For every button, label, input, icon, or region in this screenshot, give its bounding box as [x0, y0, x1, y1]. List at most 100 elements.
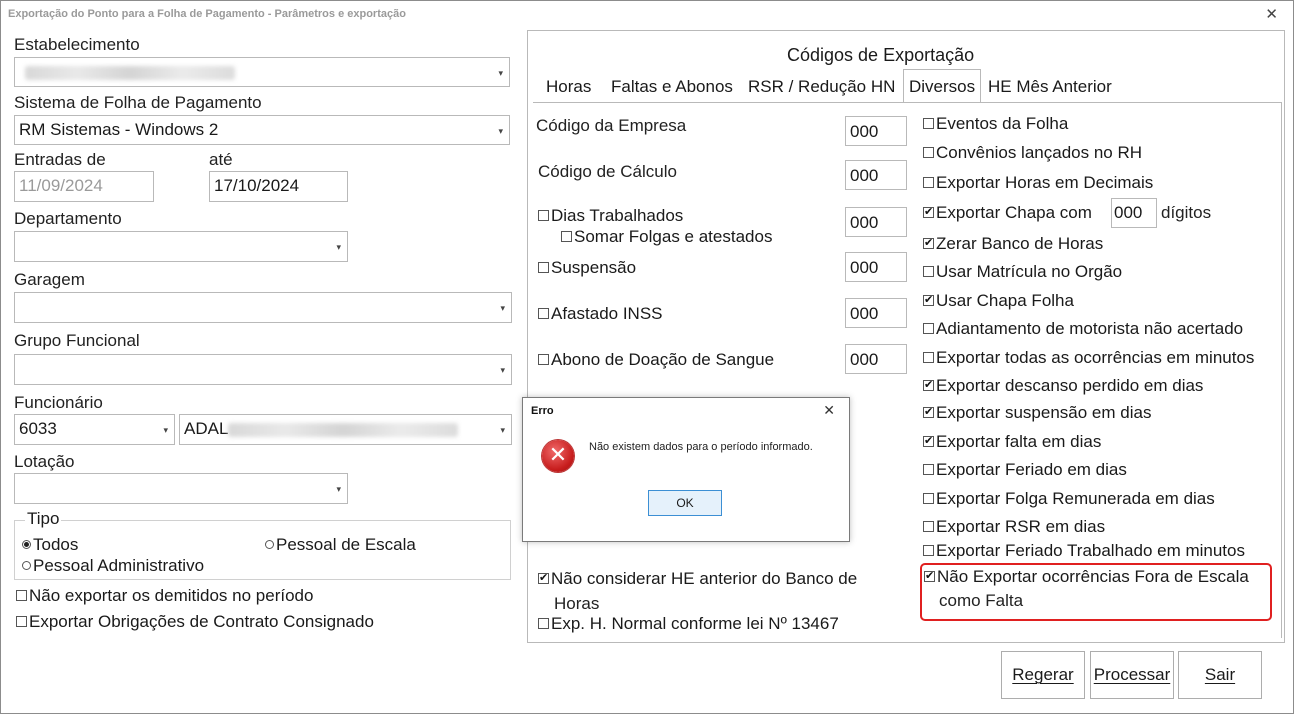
sair-label: Sair	[1204, 665, 1236, 684]
radio-todos[interactable]: Todos	[22, 535, 78, 555]
chk-zerar-banco[interactable]: Zerar Banco de Horas	[923, 234, 1103, 254]
processar-button[interactable]: Processar	[1090, 651, 1174, 699]
lotacao-select[interactable]: ▾	[14, 473, 348, 504]
chapa-digits-suffix: dígitos	[1161, 203, 1212, 222]
abono-label: Abono de Doação de Sangue	[551, 350, 775, 369]
checkbox-icon	[923, 464, 934, 475]
chk-exportar-obrigacoes[interactable]: Exportar Obrigações de Contrato Consigna…	[16, 612, 374, 632]
checkbox-checked-icon	[923, 292, 934, 307]
checkbox-checked-icon	[923, 377, 934, 392]
checkbox-icon	[923, 352, 934, 363]
radio-pessoal-escala[interactable]: Pessoal de Escala	[265, 535, 416, 555]
checkbox-icon	[923, 545, 934, 556]
sair-button[interactable]: Sair	[1178, 651, 1262, 699]
chevron-down-icon: ▾	[500, 425, 505, 435]
grupo-funcional-label: Grupo Funcional	[14, 331, 140, 350]
tab-he-mes-anterior[interactable]: HE Mês Anterior	[983, 70, 1117, 102]
chk-somar-folgas[interactable]: Somar Folgas e atestados	[561, 227, 772, 247]
chk-obrigacoes-label: Exportar Obrigações de Contrato Consigna…	[29, 612, 374, 631]
chk-convenios[interactable]: Convênios lançados no RH	[923, 143, 1142, 163]
chk-nao-exportar-fora-escala[interactable]: Não Exportar ocorrências Fora de Escala	[924, 567, 1249, 587]
chk-nao-exportar-demitidos[interactable]: Não exportar os demitidos no período	[16, 586, 313, 606]
chevron-down-icon: ▾	[163, 425, 168, 435]
tab-horas[interactable]: Horas	[541, 70, 596, 102]
rsr-dias-label: Exportar RSR em dias	[936, 517, 1106, 536]
sistema-select[interactable]: RM Sistemas - Windows 2 ▾	[14, 115, 510, 145]
chk-usar-chapa-folha[interactable]: Usar Chapa Folha	[923, 291, 1074, 311]
chk-feriado-dias[interactable]: Exportar Feriado em dias	[923, 460, 1127, 480]
checkbox-icon	[923, 118, 934, 129]
radio-icon	[22, 561, 31, 570]
exp-normal-label: Exp. H. Normal conforme lei Nº 13467	[551, 614, 839, 633]
codigo-empresa-field[interactable]: 000	[845, 116, 907, 146]
nao-considerar-label-cont: Horas	[554, 594, 600, 613]
redacted-value	[25, 65, 235, 80]
chk-abono-doacao[interactable]: Abono de Doação de Sangue	[538, 350, 774, 370]
checkbox-checked-icon	[923, 235, 934, 250]
panel-title: Códigos de Exportação	[787, 45, 975, 65]
chk-dias-trabalhados[interactable]: Dias Trabalhados	[538, 206, 683, 226]
chevron-down-icon: ▾	[500, 365, 505, 375]
entradas-ate-field[interactable]: 17/10/2024	[209, 171, 348, 202]
chk-eventos-folha[interactable]: Eventos da Folha	[923, 114, 1068, 134]
codigo-calculo-field[interactable]: 000	[845, 160, 907, 190]
checkbox-icon	[538, 262, 549, 273]
radio-icon	[265, 540, 274, 549]
sistema-value: RM Sistemas - Windows 2	[19, 120, 219, 139]
ok-button[interactable]: OK	[648, 490, 722, 516]
funcionario-code-select[interactable]: 6033 ▾	[14, 414, 175, 445]
checkbox-checked-icon	[924, 568, 935, 583]
chk-afastado-inss[interactable]: Afastado INSS	[538, 304, 663, 324]
dias-trabalhados-field[interactable]: 000	[845, 207, 907, 237]
suspensao-field[interactable]: 000	[845, 252, 907, 282]
chk-descanso-perdido[interactable]: Exportar descanso perdido em dias	[923, 376, 1203, 396]
dias-trabalhados-label: Dias Trabalhados	[551, 206, 684, 225]
chk-adiantamento[interactable]: Adiantamento de motorista não acertado	[923, 319, 1243, 339]
chk-folga-remunerada[interactable]: Exportar Folga Remunerada em dias	[923, 489, 1215, 509]
regerar-button[interactable]: Regerar	[1001, 651, 1085, 699]
chk-falta-dias[interactable]: Exportar falta em dias	[923, 432, 1101, 452]
fora-escala-label: Não Exportar ocorrências Fora de Escala	[937, 567, 1249, 586]
dialog-message: Não existem dados para o período informa…	[589, 441, 813, 453]
chk-horas-decimais[interactable]: Exportar Horas em Decimais	[923, 173, 1153, 193]
chk-suspensao-dias[interactable]: Exportar suspensão em dias	[923, 403, 1151, 423]
chk-exp-h-normal[interactable]: Exp. H. Normal conforme lei Nº 13467	[538, 614, 839, 634]
estabelecimento-select[interactable]: ▾	[14, 57, 510, 87]
checkbox-checked-icon	[538, 570, 549, 585]
afastado-field[interactable]: 000	[845, 298, 907, 328]
chk-rsr-dias[interactable]: Exportar RSR em dias	[923, 517, 1105, 537]
garagem-select[interactable]: ▾	[14, 292, 512, 323]
lotacao-label: Lotação	[14, 452, 75, 471]
entradas-de-field[interactable]: 11/09/2024	[14, 171, 154, 202]
departamento-select[interactable]: ▾	[14, 231, 348, 262]
ate-label: até	[209, 150, 233, 169]
funcionario-name-select[interactable]: ADAL ▾	[179, 414, 512, 445]
funcionario-label: Funcionário	[14, 393, 103, 412]
chk-usar-matricula[interactable]: Usar Matrícula no Orgão	[923, 262, 1122, 282]
close-icon[interactable]: ✕	[1265, 5, 1278, 23]
tab-divider	[1281, 102, 1282, 638]
chk-ocorrencias-minutos[interactable]: Exportar todas as ocorrências em minutos	[923, 348, 1254, 368]
tab-rsr[interactable]: RSR / Redução HN	[743, 70, 900, 102]
tab-diversos[interactable]: Diversos	[903, 69, 982, 103]
radio-pessoal-admin[interactable]: Pessoal Administrativo	[22, 556, 204, 576]
chevron-down-icon: ▾	[336, 484, 341, 494]
tab-faltas-abonos[interactable]: Faltas e Abonos	[606, 70, 738, 102]
processar-label: Processar	[1093, 665, 1171, 684]
chk-feriado-trabalhado[interactable]: Exportar Feriado Trabalhado em minutos	[923, 541, 1245, 561]
close-icon[interactable]: ✕	[823, 402, 835, 419]
chk-nao-considerar-he[interactable]: Não considerar HE anterior do Banco de	[538, 569, 857, 589]
convenios-label: Convênios lançados no RH	[936, 143, 1143, 162]
window-title: Exportação do Ponto para a Folha de Paga…	[8, 8, 406, 20]
chk-exportar-chapa[interactable]: Exportar Chapa com	[923, 203, 1092, 223]
abono-field[interactable]: 000	[845, 344, 907, 374]
folga-remunerada-label: Exportar Folga Remunerada em dias	[936, 489, 1215, 508]
codigo-calculo-label: Código de Cálculo	[538, 162, 677, 181]
chk-suspensao[interactable]: Suspensão	[538, 258, 636, 278]
usar-chapa-folha-label: Usar Chapa Folha	[936, 291, 1074, 310]
fora-escala-label-cont: como Falta	[939, 591, 1024, 610]
feriado-dias-label: Exportar Feriado em dias	[936, 460, 1127, 479]
suspensao-label: Suspensão	[551, 258, 637, 277]
chapa-digits-field[interactable]: 000	[1111, 198, 1157, 228]
grupo-funcional-select[interactable]: ▾	[14, 354, 512, 385]
